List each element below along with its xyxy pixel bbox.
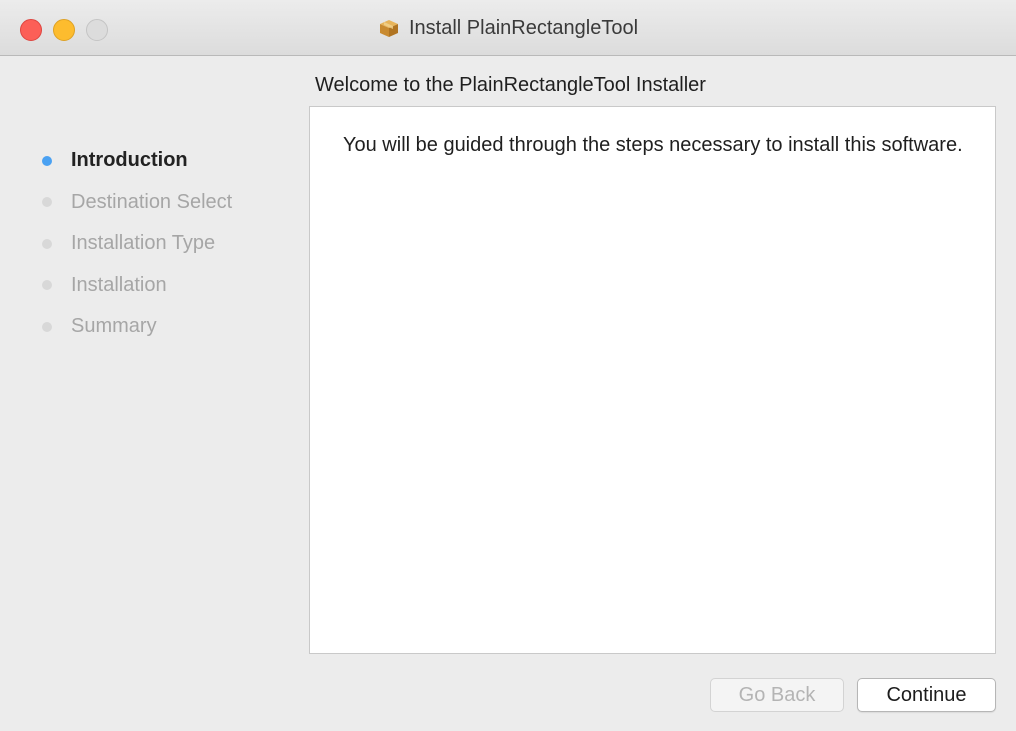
- content-panel[interactable]: You will be guided through the steps nec…: [309, 106, 996, 654]
- step-indicator-dot: [42, 280, 52, 291]
- step-indicator-dot: [42, 321, 52, 332]
- step-label: Summary: [71, 315, 157, 338]
- step-indicator-dot: [42, 238, 52, 249]
- title-bar[interactable]: Install PlainRectangleTool: [0, 0, 1016, 56]
- step-label: Installation: [71, 273, 167, 296]
- intro-text: You will be guided through the steps nec…: [343, 134, 963, 156]
- step-summary: Summary: [0, 306, 300, 348]
- step-installation-type: Installation Type: [0, 223, 300, 265]
- window-title: Install PlainRectangleTool: [408, 16, 639, 39]
- page-heading: Welcome to the PlainRectangleTool Instal…: [315, 74, 706, 96]
- installer-window: Install PlainRectangleTool Introduction …: [0, 0, 1016, 731]
- step-indicator-dot: [42, 155, 52, 166]
- step-indicator-dot: [42, 197, 52, 208]
- go-back-button[interactable]: Go Back: [710, 678, 844, 712]
- continue-button[interactable]: Continue: [857, 678, 996, 712]
- step-label: Installation Type: [71, 232, 216, 255]
- window-title-group: Install PlainRectangleTool: [0, 0, 1016, 56]
- step-label: Introduction: [71, 149, 188, 172]
- step-label: Destination Select: [71, 190, 233, 213]
- step-destination-select: Destination Select: [0, 182, 300, 224]
- installer-steps-sidebar: Introduction Destination Select Installa…: [0, 140, 300, 348]
- package-icon: [378, 18, 400, 38]
- step-installation: Installation: [0, 265, 300, 307]
- step-introduction: Introduction: [0, 140, 300, 182]
